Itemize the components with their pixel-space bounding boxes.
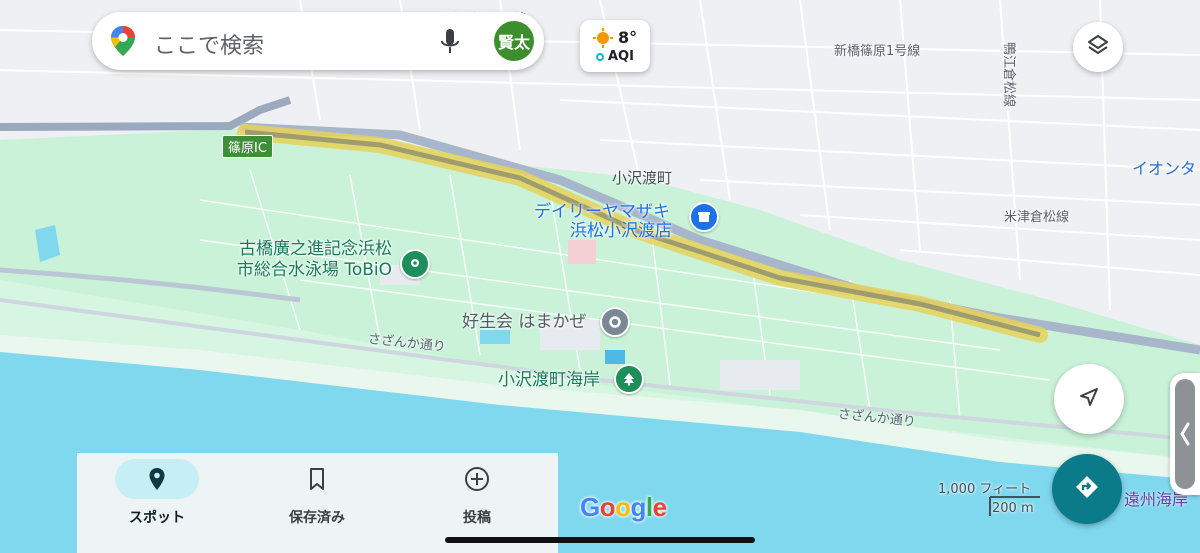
directions-button[interactable] xyxy=(1052,454,1122,524)
microphone-icon[interactable] xyxy=(439,28,461,60)
side-panel-handle[interactable] xyxy=(1170,373,1200,495)
poi-name: 古橋廣之進記念浜松 xyxy=(239,239,392,259)
shop-icon[interactable] xyxy=(689,202,719,232)
search-bar[interactable]: ここで検索 賢太 xyxy=(92,12,544,70)
area-label: 小沢渡町 xyxy=(612,169,673,187)
poi-name: 市総合水泳場 ToBiO xyxy=(236,260,392,280)
bookmark-icon xyxy=(275,459,359,499)
search-input[interactable]: ここで検索 xyxy=(154,28,264,60)
google-logo: Google xyxy=(580,492,667,522)
nav-label: 保存済み xyxy=(289,510,345,526)
avatar[interactable]: 賢太 xyxy=(494,21,534,61)
pin-icon[interactable] xyxy=(400,249,430,279)
layers-icon xyxy=(1086,33,1110,61)
circle-icon[interactable] xyxy=(600,307,630,337)
road-label: 新橋篠原1号線 xyxy=(834,44,921,59)
my-location-button[interactable] xyxy=(1054,364,1124,434)
poi-name: 浜松小沢渡店 xyxy=(570,221,672,241)
tree-icon[interactable] xyxy=(614,364,644,394)
layers-button[interactable] xyxy=(1073,22,1123,72)
ic-badge[interactable]: 篠原IC xyxy=(222,135,273,158)
nav-label: スポット xyxy=(129,510,185,526)
aqi-dot-icon xyxy=(596,53,604,61)
directions-icon xyxy=(1073,473,1101,505)
home-indicator[interactable] xyxy=(445,537,755,543)
scale-bar: 1,000 フィート 200 m xyxy=(930,478,1042,518)
add-circle-icon xyxy=(435,459,519,499)
nav-item-spot[interactable]: スポット xyxy=(77,453,237,553)
weather-chip[interactable]: 8° AQI xyxy=(580,20,650,72)
road-label: 米津倉松線 xyxy=(1004,210,1070,225)
google-maps-pin-icon xyxy=(108,25,138,61)
chevron-left-icon xyxy=(1175,379,1195,489)
location-pin-icon xyxy=(115,459,199,499)
temperature: 8° xyxy=(618,28,638,47)
scale-meters: 200 m xyxy=(992,501,1034,516)
poi-name: デイリーヤマザキ xyxy=(534,202,670,222)
poi-name: 好生会 はまかぜ xyxy=(462,312,587,332)
aqi-label: AQI xyxy=(608,49,634,64)
nav-label: 投稿 xyxy=(463,510,491,526)
poi-name: 小沢渡町海岸 xyxy=(498,370,600,390)
navigation-arrow-icon xyxy=(1077,385,1101,413)
road-label: 鴨江倉松線 xyxy=(1001,42,1016,108)
nav-item-saved[interactable]: 保存済み xyxy=(237,453,397,553)
store-label[interactable]: イオンタ xyxy=(1132,155,1196,179)
